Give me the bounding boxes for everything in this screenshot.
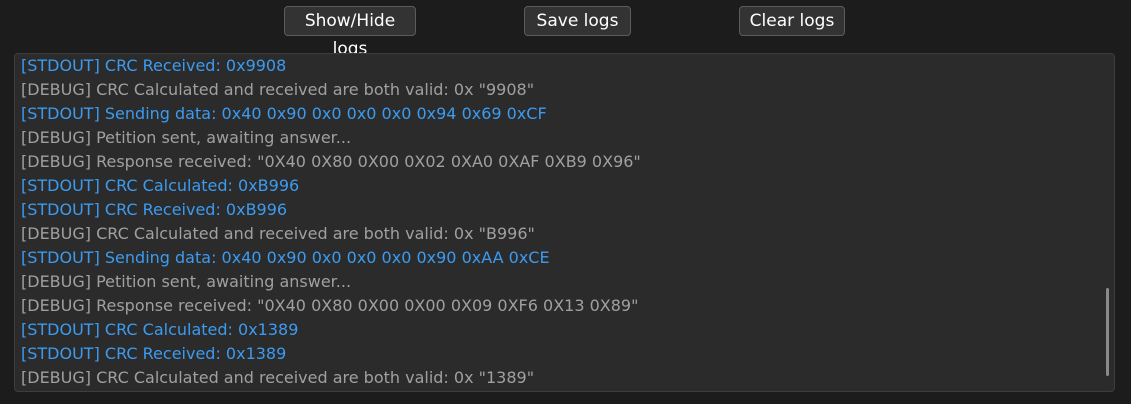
save-logs-button[interactable]: Save logs [524,6,631,36]
log-line-debug: [DEBUG] Response received: "0X40 0X80 0X… [21,152,641,171]
log-list: [STDOUT] CRC Received: 0x9908 [DEBUG] CRC… [21,54,1101,390]
log-line-debug: [DEBUG] CRC Calculated and received are … [21,368,535,387]
log-line-stdout: [STDOUT] CRC Received: 0x1389 [21,344,287,363]
clear-logs-button[interactable]: Clear logs [739,6,845,36]
log-line-debug: [DEBUG] Petition sent, awaiting answer..… [21,272,352,291]
log-line-debug: [DEBUG] Response received: "0X40 0X80 0X… [21,296,639,315]
log-line-stdout: [STDOUT] CRC Calculated: 0x1389 [21,320,299,339]
log-line-debug: [DEBUG] CRC Calculated and received are … [21,80,535,99]
log-line-stdout: [STDOUT] CRC Received: 0x9908 [21,56,287,75]
log-line-stdout: [STDOUT] Sending data: 0x40 0x90 0x0 0x0… [21,104,547,123]
log-line-stdout: [STDOUT] CRC Calculated: 0xB996 [21,176,300,195]
log-line-stdout: [STDOUT] CRC Received: 0xB996 [21,200,288,219]
vertical-scrollbar[interactable] [1106,288,1109,376]
log-line-debug: [DEBUG] Petition sent, awaiting answer..… [21,128,352,147]
log-line-stdout: [STDOUT] Sending data: 0x40 0x90 0x0 0x0… [21,248,550,267]
toolbar: Show/Hide logs Save logs Clear logs [0,0,1131,59]
show-hide-logs-button[interactable]: Show/Hide logs [284,6,416,59]
log-line-debug: [DEBUG] CRC Calculated and received are … [21,224,535,243]
log-panel[interactable]: [STDOUT] CRC Received: 0x9908 [DEBUG] CRC… [14,53,1115,392]
